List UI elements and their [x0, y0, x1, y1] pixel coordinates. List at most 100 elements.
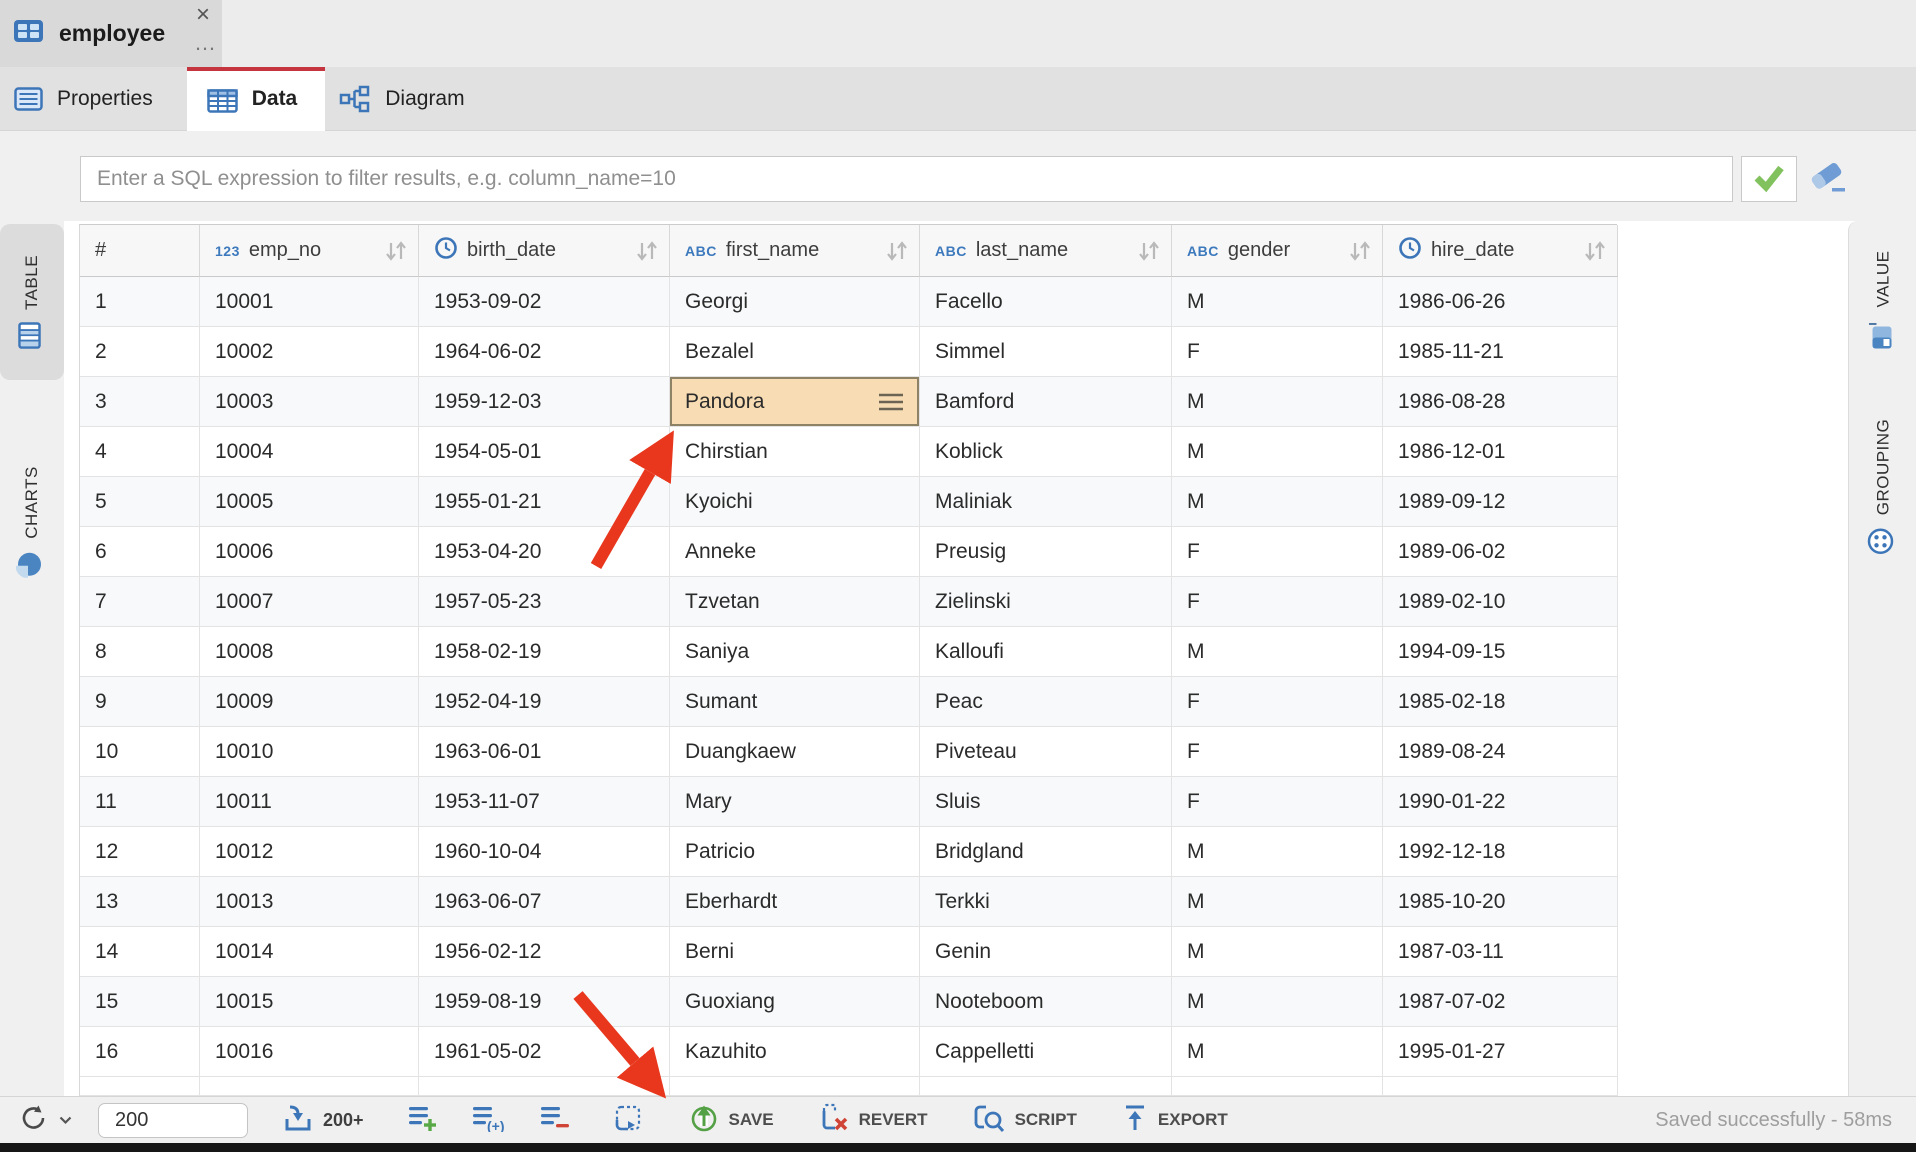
cell-gender[interactable]: F: [1172, 727, 1383, 777]
cell-gender[interactable]: M: [1172, 377, 1383, 427]
cell-last_name[interactable]: Terkki: [920, 877, 1172, 927]
row-number[interactable]: 7: [80, 577, 200, 627]
cell-first_name[interactable]: Kyoichi: [670, 477, 920, 527]
delete-row-button[interactable]: [540, 1104, 570, 1137]
cell-hire_date[interactable]: 1989-06-02: [1383, 527, 1618, 577]
cell-birth_date[interactable]: 1963-06-01: [419, 727, 670, 777]
cell-first_name[interactable]: Eberhardt: [670, 877, 920, 927]
cell-hire_date[interactable]: 1990-01-22: [1383, 777, 1618, 827]
duplicate-row-button[interactable]: (+): [472, 1104, 506, 1137]
sort-toggle-icon[interactable]: [1135, 239, 1163, 263]
cell-last_name[interactable]: Maliniak: [920, 477, 1172, 527]
fetch-all-button[interactable]: 200+: [282, 1103, 364, 1138]
cell-first_name[interactable]: Patricio: [670, 827, 920, 877]
cell-hire_date[interactable]: 1995-01-27: [1383, 1027, 1618, 1077]
panel-tab-table[interactable]: TABLE: [0, 224, 64, 380]
cell-gender[interactable]: F: [1172, 577, 1383, 627]
apply-filter-button[interactable]: [1741, 156, 1797, 202]
cell-birth_date[interactable]: 1953-04-20: [419, 527, 670, 577]
sql-filter-input[interactable]: [80, 156, 1733, 202]
cell-birth_date[interactable]: 1964-06-02: [419, 327, 670, 377]
cell-gender[interactable]: M: [1172, 427, 1383, 477]
cell-emp_no[interactable]: 10009: [200, 677, 419, 727]
generate-mock-data-button[interactable]: [614, 1103, 644, 1138]
cell-last_name[interactable]: Nooteboom: [920, 977, 1172, 1027]
column-header-first_name[interactable]: ABCfirst_name: [670, 225, 920, 277]
cell-gender[interactable]: F: [1172, 777, 1383, 827]
row-number[interactable]: 15: [80, 977, 200, 1027]
cell-last_name[interactable]: Bridgland: [920, 827, 1172, 877]
cell-first_name[interactable]: Duangkaew: [670, 727, 920, 777]
cell-emp_no[interactable]: 10016: [200, 1027, 419, 1077]
cell-first_name[interactable]: Tzvetan: [670, 577, 920, 627]
cell-birth_date[interactable]: 1956-02-12: [419, 927, 670, 977]
cell-last_name[interactable]: Facello: [920, 277, 1172, 327]
cell-hire_date[interactable]: 1987-03-11: [1383, 927, 1618, 977]
row-number[interactable]: 1: [80, 277, 200, 327]
row-number[interactable]: 6: [80, 527, 200, 577]
cell-birth_date[interactable]: 1960-10-04: [419, 827, 670, 877]
cell-birth_date[interactable]: 1953-09-02: [419, 277, 670, 327]
cell-gender[interactable]: M: [1172, 927, 1383, 977]
cell-emp_no[interactable]: 10012: [200, 827, 419, 877]
cell-birth_date[interactable]: 1953-11-07: [419, 777, 670, 827]
column-header-last_name[interactable]: ABClast_name: [920, 225, 1172, 277]
row-number[interactable]: 2: [80, 327, 200, 377]
cell-birth_date[interactable]: 1952-04-19: [419, 677, 670, 727]
row-number[interactable]: 14: [80, 927, 200, 977]
column-header-rownum[interactable]: #: [80, 225, 200, 277]
panel-tab-grouping[interactable]: GROUPING: [1849, 381, 1916, 593]
cell-gender[interactable]: M: [1172, 277, 1383, 327]
cell-birth_date[interactable]: 1959-12-03: [419, 377, 670, 427]
cell-first_name[interactable]: Kazuhito: [670, 1027, 920, 1077]
cell-last_name[interactable]: Kalloufi: [920, 627, 1172, 677]
cell-first_name[interactable]: Chirstian: [670, 427, 920, 477]
cell-hire_date[interactable]: 1992-12-18: [1383, 827, 1618, 877]
editor-tab-employee[interactable]: employee × …: [0, 0, 222, 67]
row-number[interactable]: 10: [80, 727, 200, 777]
row-number[interactable]: 5: [80, 477, 200, 527]
panel-tab-value[interactable]: I VALUE: [1849, 229, 1916, 371]
cell-emp_no[interactable]: 10008: [200, 627, 419, 677]
column-header-gender[interactable]: ABCgender: [1172, 225, 1383, 277]
cell-emp_no[interactable]: 10001: [200, 277, 419, 327]
cell-hire_date[interactable]: 1989-09-12: [1383, 477, 1618, 527]
cell-birth_date[interactable]: 1954-05-01: [419, 427, 670, 477]
cell-hire_date[interactable]: 1986-06-26: [1383, 277, 1618, 327]
cell-gender[interactable]: M: [1172, 627, 1383, 677]
row-number[interactable]: 11: [80, 777, 200, 827]
cell-first_name[interactable]: Guoxiang: [670, 977, 920, 1027]
cell-last_name[interactable]: Preusig: [920, 527, 1172, 577]
sort-toggle-icon[interactable]: [1581, 239, 1609, 263]
tab-data[interactable]: Data: [187, 67, 326, 131]
row-number[interactable]: 3: [80, 377, 200, 427]
row-number[interactable]: 8: [80, 627, 200, 677]
row-number[interactable]: 16: [80, 1027, 200, 1077]
column-header-hire_date[interactable]: hire_date: [1383, 225, 1618, 277]
cell-first_name[interactable]: Berni: [670, 927, 920, 977]
cell-birth_date[interactable]: 1958-02-19: [419, 627, 670, 677]
cell-birth_date[interactable]: 1963-06-07: [419, 877, 670, 927]
cell-first_name[interactable]: Anneke: [670, 527, 920, 577]
cell-emp_no[interactable]: 10007: [200, 577, 419, 627]
cell-birth_date[interactable]: 1957-05-23: [419, 577, 670, 627]
cell-last_name[interactable]: Sluis: [920, 777, 1172, 827]
cell-gender[interactable]: M: [1172, 477, 1383, 527]
cell-last_name[interactable]: Bamford: [920, 377, 1172, 427]
cell-emp_no[interactable]: 10011: [200, 777, 419, 827]
cell-gender[interactable]: F: [1172, 677, 1383, 727]
cell-gender[interactable]: M: [1172, 1027, 1383, 1077]
cell-gender[interactable]: M: [1172, 827, 1383, 877]
cell-birth_date[interactable]: 1959-08-19: [419, 977, 670, 1027]
cell-hire_date[interactable]: 1985-11-21: [1383, 327, 1618, 377]
cell-emp_no[interactable]: 10006: [200, 527, 419, 577]
row-number[interactable]: 13: [80, 877, 200, 927]
cell-emp_no[interactable]: 10010: [200, 727, 419, 777]
cell-emp_no[interactable]: 10003: [200, 377, 419, 427]
cell-gender[interactable]: F: [1172, 527, 1383, 577]
cell-last_name[interactable]: Simmel: [920, 327, 1172, 377]
cell-last_name[interactable]: Cappelletti: [920, 1027, 1172, 1077]
panel-tab-charts[interactable]: CHARTS: [0, 417, 64, 627]
cell-emp_no[interactable]: 10004: [200, 427, 419, 477]
cell-first_name[interactable]: Mary: [670, 777, 920, 827]
